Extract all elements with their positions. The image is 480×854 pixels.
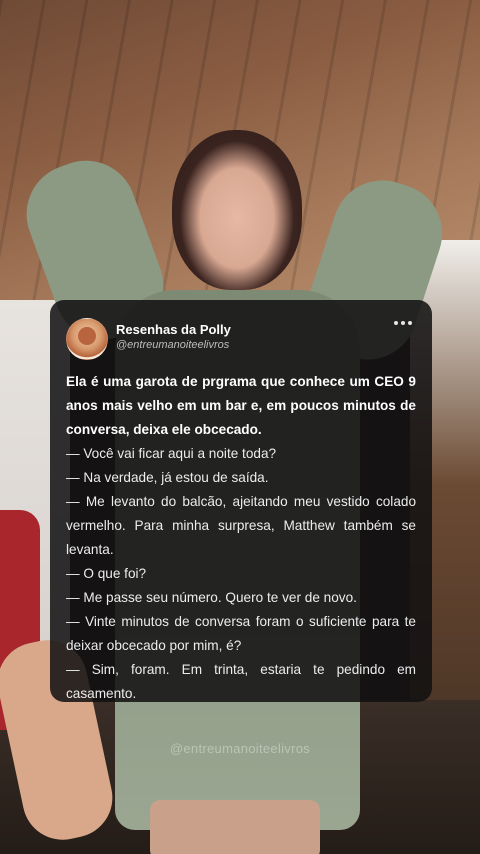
post-header: Resenhas da Polly @entreumanoiteelivros xyxy=(66,312,416,360)
post-line: — Na verdade, já estou de saída. xyxy=(66,470,269,485)
post-line: — Me levanto do balcão, ajeitando meu ve… xyxy=(66,494,416,557)
dot xyxy=(408,321,412,325)
post-lead: Ela é uma garota de prgrama que conhece … xyxy=(66,374,416,437)
post-card: Resenhas da Polly @entreumanoiteelivros … xyxy=(50,300,432,702)
dot xyxy=(401,321,405,325)
person-head xyxy=(172,130,302,290)
author-handle[interactable]: @entreumanoiteelivros xyxy=(116,339,229,351)
watermark: @entreumanoiteelivros xyxy=(169,741,311,756)
video-frame: @entreumanoiteelivros Resenhas da Polly … xyxy=(0,0,480,854)
post-line: — Você vai ficar aqui a noite toda? xyxy=(66,446,277,461)
person-legs xyxy=(150,800,320,854)
post-body: Ela é uma garota de prgrama que conhece … xyxy=(66,370,416,706)
post-line: — Sim, foram. Em trinta, estaria te pedi… xyxy=(66,662,416,701)
post-line: — Vinte minutos de conversa foram o sufi… xyxy=(66,614,416,653)
more-dots-icon[interactable] xyxy=(390,316,416,330)
dot xyxy=(394,321,398,325)
post-line: — O que foi? xyxy=(66,566,147,581)
post-line: — Me passe seu número. Quero te ver de n… xyxy=(66,590,357,605)
profile-avatar[interactable] xyxy=(66,318,108,360)
author-name[interactable]: Resenhas da Polly xyxy=(116,322,231,337)
